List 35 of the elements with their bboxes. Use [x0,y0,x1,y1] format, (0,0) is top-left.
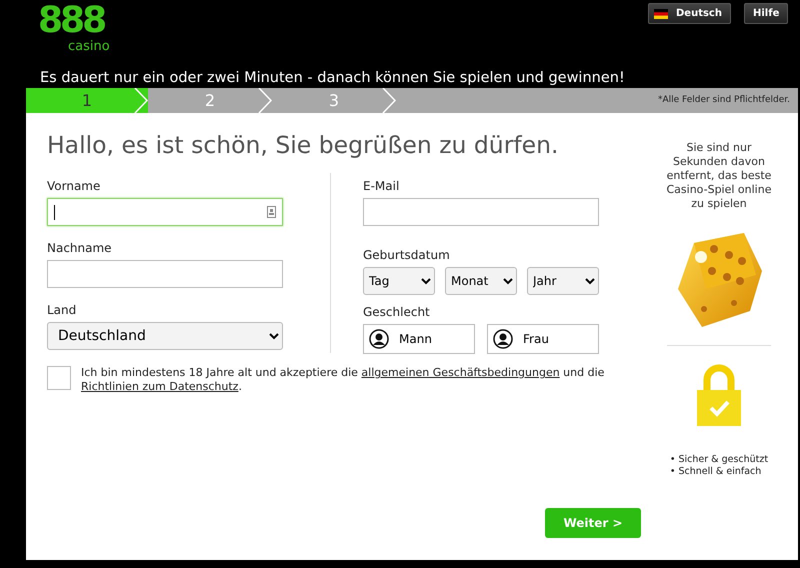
field-label: E-Mail [363,178,400,196]
gender-option[interactable]: Mann [363,324,475,354]
gender-option[interactable]: Frau [487,324,599,354]
promo-text: Sie sind nur Sekunden davon entfernt, das beste Casino-Spiel online zu spielen [666,141,772,211]
input-field[interactable] [47,198,283,226]
field-label: Land [47,302,76,320]
field-label: Vorname [47,178,100,196]
language-button[interactable]: Deutsch [648,3,731,24]
logo-mark: 888 [38,2,104,40]
text-cursor [54,204,55,220]
privacy-link[interactable]: Richtlinien zum Datenschutz [81,380,238,394]
padlock-icon [697,364,741,426]
tagline: Es dauert nur ein oder zwei Minuten - danach können Sie spielen und gewinnen! [39,69,626,88]
flag-icon [654,8,668,18]
consent-checkbox[interactable] [47,366,71,390]
field-label: Geburtsdatum [363,247,450,264]
field-label: Geschlecht [363,304,430,322]
form-heading: Hallo, es ist schön, Sie begrüßen zu dürfen. [47,131,560,160]
benefit-item: • Sicher & geschützt [670,454,768,466]
field-label: Nachname [47,240,112,258]
person-icon [369,329,389,350]
email-field[interactable] [363,198,599,226]
step-tab[interactable]: 1 [26,88,148,113]
person-icon [493,329,513,350]
logo-word: casino [68,40,110,54]
consent-text: Ich bin mindestens 18 Jahre alt und akzeptiere die allgemeinen Geschäftsbedingungen und die Richtlinien zum Datenschutz. [81,366,606,394]
contact-card-icon [267,206,276,218]
benefit-item: • Schnell & einfach [670,466,762,478]
input-field[interactable] [47,260,283,288]
help-button[interactable]: Hilfe [744,3,788,24]
terms-link[interactable]: allgemeinen Geschäftsbedingungen [361,366,560,380]
date-select[interactable]: Monat [445,267,517,296]
country-select[interactable]: Deutschland [47,322,283,350]
required-note: *Alle Felder sind Pflichtfelder. [658,94,791,107]
date-select[interactable]: Tag [363,267,435,296]
